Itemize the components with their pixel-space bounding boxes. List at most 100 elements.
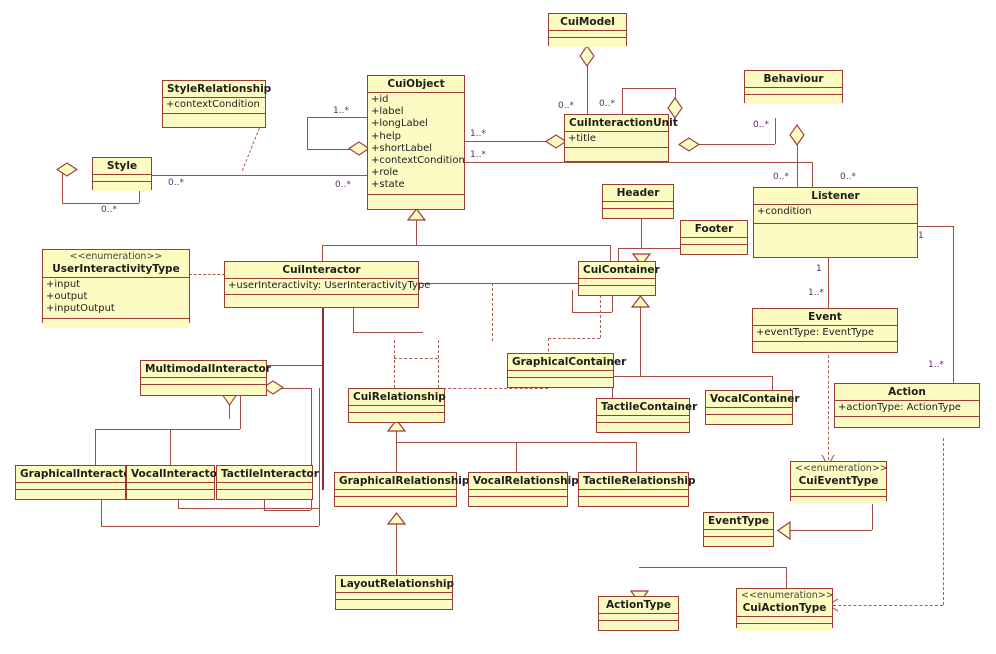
class-attrs-listener: +condition [754, 205, 917, 225]
class-name-multimodalinteractor: MultimodalInteractor [141, 361, 271, 379]
class-box-tactilecontainer[interactable]: TactileContainer [596, 398, 697, 433]
class-attrs-vocalinteractor [127, 483, 214, 491]
attr-output: +output [46, 291, 88, 303]
line-mmi-graphical [95, 429, 96, 465]
class-box-cuiinteractionunit[interactable]: CuiInteractionUnit +title [564, 114, 678, 162]
class-box-tactilerelationship[interactable]: TactileRelationship [578, 472, 696, 507]
line-ciu-self-top [622, 88, 675, 89]
line-cuiinteractor-gen-trunk [322, 300, 324, 490]
class-box-listener[interactable]: Listener +condition [753, 187, 918, 258]
class-attrs-cuiactiontype [737, 616, 832, 624]
class-attrs-behaviour [745, 88, 842, 96]
class-name-cuicontainer: CuiContainer [579, 262, 660, 280]
class-ops-event [753, 342, 897, 352]
class-attrs-action: +actionType: ActionType [835, 401, 979, 418]
class-name-layoutrelationship: LayoutRelationship [336, 576, 454, 594]
line-mmi-vocal [170, 429, 171, 465]
class-ops-cuiinteractor [225, 295, 418, 305]
line-cuirel-dash-bottomleft [394, 358, 438, 359]
class-attrs-tactilecontainer [597, 416, 689, 424]
class-attrs-eventtype [704, 530, 773, 538]
class-attrs-vocalrelationship [469, 490, 567, 498]
class-box-graphicalcontainer[interactable]: GraphicalContainer [507, 353, 626, 388]
multiplicity-listener-event-many: 1..* [808, 288, 824, 298]
line-tactile-back [264, 510, 311, 511]
multiplicity-listener-event-one: 1 [816, 264, 822, 274]
class-box-graphicalinteractor[interactable]: GraphicalInteractor [15, 465, 136, 500]
attr-contextcondition: +contextCondition [166, 99, 260, 111]
class-box-vocalrelationship[interactable]: VocalRelationship [468, 472, 579, 507]
class-name-cuiobject: CuiObject [368, 76, 464, 94]
attr-state: +state [371, 179, 405, 191]
class-box-vocalcontainer[interactable]: VocalContainer [705, 390, 800, 425]
attr-longlabel: +longLabel [371, 118, 428, 130]
class-attrs-tactilerelationship [579, 490, 688, 498]
class-name-vocalinteractor: VocalInteractor [127, 466, 222, 484]
class-ops-tactileinteractor [217, 490, 312, 500]
line-cuirel-dash-right2 [600, 290, 601, 338]
line-graphical-bottom [101, 526, 319, 527]
class-box-event[interactable]: Event +eventType: EventType [752, 308, 898, 353]
line-cuiobject-gen-trunk [416, 219, 417, 245]
class-name-header: Header [603, 185, 673, 203]
class-attrs-tactileinteractor [217, 483, 312, 491]
line-cuirel-dash-up [492, 283, 493, 341]
class-name-cuieventtype: <<enumeration>> CuiEventType [791, 462, 888, 490]
line-vocalcontainer-drop [772, 376, 773, 390]
aggregation-diamond-behaviour [789, 124, 805, 146]
class-box-cuiobject[interactable]: CuiObject +id +label +longLabel +help +s… [367, 75, 465, 210]
class-ops-graphicalinteractor [16, 490, 125, 500]
line-cuieventtype-eventtype-h [790, 530, 872, 531]
line-interactors-right-rail [319, 388, 320, 526]
class-box-footer[interactable]: Footer [680, 220, 748, 255]
class-name-tactileinteractor: TactileInteractor [217, 466, 319, 484]
line-cuicontainer-gen-trunk [640, 296, 641, 376]
aggregation-diamond-ciu-self [667, 97, 683, 119]
class-box-eventtype[interactable]: EventType [703, 512, 774, 547]
class-name-userinteractivitytype: <<enumeration>> UserInteractivityType [43, 250, 189, 278]
class-box-layoutrelationship[interactable]: LayoutRelationship [335, 575, 454, 610]
class-box-cuieventtype[interactable]: <<enumeration>> CuiEventType [790, 461, 888, 504]
class-ops-cuicontainer [579, 286, 655, 296]
class-name-event: Event [753, 309, 897, 327]
multiplicity-ciu-self: 0..* [599, 99, 615, 109]
class-box-behaviour[interactable]: Behaviour [744, 70, 843, 105]
class-attrs-cuimodel [549, 31, 626, 39]
class-box-style[interactable]: Style [92, 157, 152, 192]
aggregation-diamond-ciu-left [544, 134, 568, 149]
line-cuirel-dash-top-right [548, 338, 600, 339]
class-name-stylerelationship: StyleRelationship [163, 81, 271, 99]
class-box-action[interactable]: Action +actionType: ActionType [834, 383, 980, 428]
class-name-cuiinteractionunit: CuiInteractionUnit [565, 115, 678, 133]
class-attrs-layoutrelationship [336, 593, 452, 601]
multiplicity-style-link: 0..* [168, 178, 184, 188]
class-ops-vocalinteractor [127, 490, 214, 500]
generalization-arrow-graphicalrelationship [386, 512, 407, 525]
class-box-cuiinteractor[interactable]: CuiInteractor +userInteractivity: UserIn… [224, 261, 430, 308]
attr-contextcondition: +contextCondition [371, 155, 465, 166]
class-box-actiontype[interactable]: ActionType [598, 596, 679, 631]
class-box-graphicalrelationship[interactable]: GraphicalRelationship [334, 472, 469, 507]
class-box-cuiactiontype[interactable]: <<enumeration>> CuiActionType [736, 588, 834, 631]
class-attrs-actiontype [599, 614, 678, 622]
class-box-tactileinteractor[interactable]: TactileInteractor [216, 465, 319, 500]
class-name-vocalcontainer: VocalContainer [706, 391, 800, 409]
class-box-stylerelationship[interactable]: StyleRelationship +contextCondition [162, 80, 271, 128]
attr-condition: +condition [757, 206, 812, 218]
generalization-arrow-cuicontainer-sub [630, 295, 651, 308]
class-box-cuicontainer[interactable]: CuiContainer [578, 261, 660, 296]
class-box-cuimodel[interactable]: CuiModel [548, 13, 627, 48]
aggregation-diamond-ciu-right [677, 137, 701, 152]
multiplicity-style-self: 0..* [101, 205, 117, 215]
class-attrs-footer [681, 238, 747, 246]
class-title-cuieventtype: CuiEventType [798, 474, 879, 487]
class-ops-eventtype [704, 537, 773, 547]
class-box-vocalinteractor[interactable]: VocalInteractor [126, 465, 222, 500]
multiplicity-behaviour-listener-left: 0..* [773, 172, 789, 182]
class-box-cuirelationship[interactable]: CuiRelationship [348, 388, 446, 423]
class-box-header[interactable]: Header [602, 184, 674, 219]
class-ops-cuiobject [368, 194, 464, 204]
class-box-multimodalinteractor[interactable]: MultimodalInteractor [140, 360, 271, 396]
line-event-cuieventtype [828, 350, 829, 460]
class-box-userinteractivitytype[interactable]: <<enumeration>> UserInteractivityType +i… [42, 249, 190, 328]
